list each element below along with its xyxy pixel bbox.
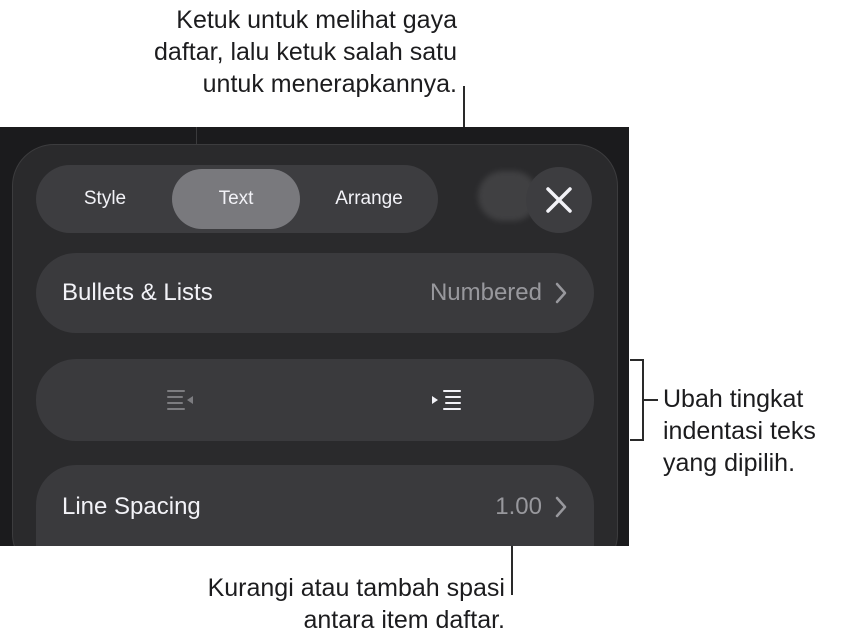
chevron-right-icon [555,496,567,518]
app-screen: Style Text Arrange Bullets & Lists Numbe… [0,127,629,546]
bullets-lists-label: Bullets & Lists [62,279,213,306]
close-button[interactable] [526,167,592,233]
line-spacing-label: Line Spacing [62,493,201,520]
tab-arrange[interactable]: Arrange [304,169,434,229]
line-spacing-row[interactable]: Line Spacing 1.00 [36,465,594,546]
tab-style[interactable]: Style [46,169,164,229]
line-spacing-value: 1.00 [495,493,542,520]
callout-line: yang dipilih. [663,449,796,477]
tab-text[interactable]: Text [172,169,300,229]
increase-indent-icon [432,390,461,410]
format-tab-bar: Style Text Arrange [36,165,438,233]
decrease-indent-icon [167,390,193,410]
callout-line: Kurangi atau tambah spasi [207,574,505,602]
callout-line: Ketuk untuk melihat gaya [176,6,457,34]
bullets-lists-value: Numbered [429,279,542,306]
bullets-lists-row[interactable]: Bullets & Lists Numbered [36,253,594,333]
callout-line: indentasi teks [663,417,816,445]
callout-list-style: Ketuk untuk melihat gaya daftar, lalu ke… [17,4,457,100]
callout-line: Ubah tingkat [663,385,804,413]
chevron-right-icon [555,282,567,304]
bracket-top-tick [630,359,644,361]
bracket-pointer [642,399,658,401]
callout-line: daftar, lalu ketuk salah satu [154,38,457,66]
decrease-indent-button[interactable] [158,377,206,423]
callout-line-spacing: Kurangi atau tambah spasi antara item da… [65,572,505,636]
increase-indent-button[interactable] [422,377,470,423]
callout-line: antara item daftar. [303,606,505,634]
indent-row [36,359,594,441]
bracket-bottom-tick [630,439,644,441]
callout-indent: Ubah tingkat indentasi teks yang dipilih… [663,383,849,479]
close-icon [546,187,572,213]
callout-line: untuk menerapkannya. [202,70,457,98]
